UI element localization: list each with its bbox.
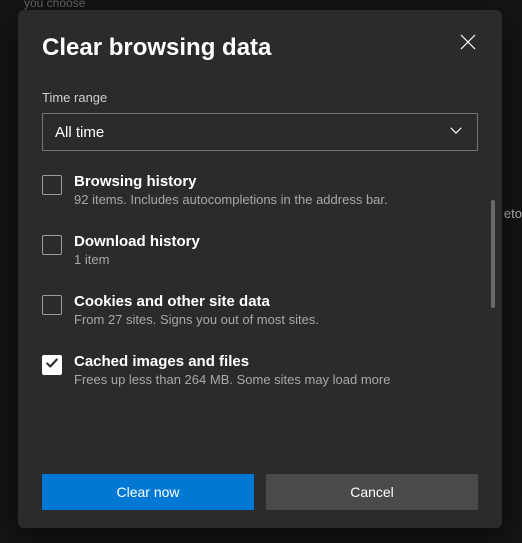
list-item: Cached images and files Frees up less th… bbox=[42, 353, 478, 387]
dialog-buttons: Clear now Cancel bbox=[42, 474, 478, 510]
item-title: Browsing history bbox=[74, 173, 478, 190]
dialog-title: Clear browsing data bbox=[42, 34, 478, 62]
clear-browsing-data-dialog: Clear browsing data Time range All time … bbox=[18, 10, 502, 528]
item-desc: From 27 sites. Signs you out of most sit… bbox=[74, 312, 478, 327]
time-range-value: All time bbox=[55, 124, 104, 141]
item-desc: Frees up less than 264 MB. Some sites ma… bbox=[74, 372, 478, 387]
checkbox-download-history[interactable] bbox=[42, 235, 62, 255]
item-desc: 92 items. Includes autocompletions in th… bbox=[74, 192, 478, 207]
time-range-select[interactable]: All time bbox=[42, 113, 478, 151]
background-right-text: eto bbox=[504, 206, 522, 221]
checkbox-browsing-history[interactable] bbox=[42, 175, 62, 195]
clear-now-button[interactable]: Clear now bbox=[42, 474, 254, 510]
item-title: Cached images and files bbox=[74, 353, 478, 370]
item-title: Download history bbox=[74, 233, 478, 250]
list-item: Cookies and other site data From 27 site… bbox=[42, 293, 478, 327]
close-button[interactable] bbox=[448, 24, 488, 64]
checkbox-cookies[interactable] bbox=[42, 295, 62, 315]
scrollbar-thumb[interactable] bbox=[491, 200, 495, 308]
checkbox-cached-images[interactable] bbox=[42, 355, 62, 375]
item-title: Cookies and other site data bbox=[74, 293, 478, 310]
time-range-label: Time range bbox=[42, 90, 478, 105]
check-icon bbox=[45, 356, 59, 375]
close-icon bbox=[460, 34, 476, 55]
cancel-button[interactable]: Cancel bbox=[266, 474, 478, 510]
item-desc: 1 item bbox=[74, 252, 478, 267]
list-item: Download history 1 item bbox=[42, 233, 478, 267]
list-item: Browsing history 92 items. Includes auto… bbox=[42, 173, 478, 207]
background-hint-text: you choose bbox=[24, 0, 85, 10]
chevron-down-icon bbox=[447, 121, 465, 144]
data-type-list: Browsing history 92 items. Includes auto… bbox=[42, 173, 478, 387]
